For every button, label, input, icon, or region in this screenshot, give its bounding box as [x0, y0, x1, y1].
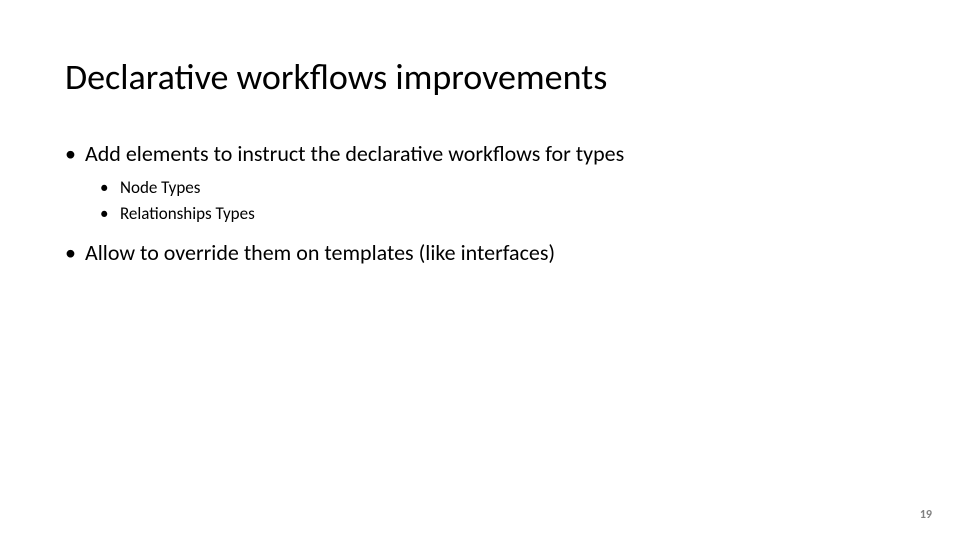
- page-number: 19: [920, 508, 932, 522]
- sub-bullet-item-1: Node Types: [100, 177, 895, 199]
- bullet-item-2: Allow to override them on templates (lik…: [65, 239, 895, 268]
- sub-bullet-item-2: Relationships Types: [100, 203, 895, 225]
- slide-title: Declarative workflows improvements: [65, 55, 607, 99]
- bullet-item-1: Add elements to instruct the declarative…: [65, 140, 895, 169]
- slide-content: Add elements to instruct the declarative…: [65, 140, 895, 275]
- sub-bullet-group: Node Types Relationships Types: [65, 177, 895, 225]
